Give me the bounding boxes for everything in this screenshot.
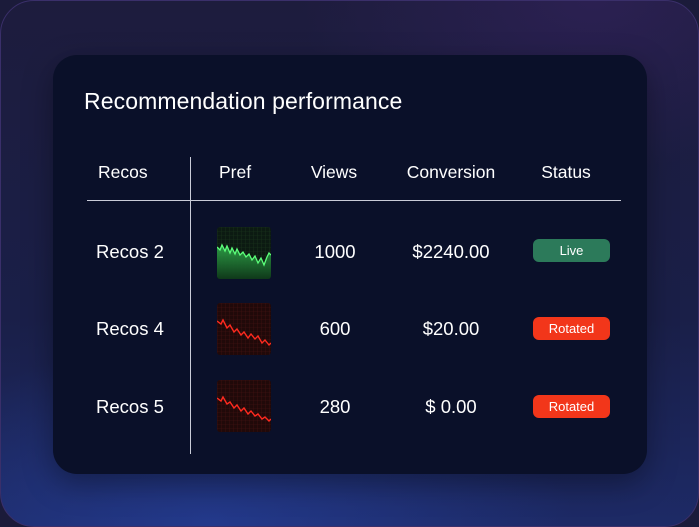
reco-name: Recos 2 xyxy=(96,241,164,262)
header-conversion: Conversion xyxy=(406,162,496,182)
header-views: Views xyxy=(310,162,358,182)
header-status: Status xyxy=(541,162,591,182)
green-sparkline-icon xyxy=(217,227,271,279)
conversion-value: $ 0.00 xyxy=(425,396,477,417)
background-frame: Recommendation performance Recos Pref Vi… xyxy=(0,0,699,527)
card-title: Recommendation performance xyxy=(84,88,403,114)
red-sparkline-icon xyxy=(217,380,271,432)
header-pref: Pref xyxy=(219,162,252,182)
views-value: 1000 xyxy=(314,241,356,262)
reco-name: Recos 4 xyxy=(96,318,164,339)
red-sparkline-icon xyxy=(217,303,271,355)
status-badge-live: Live xyxy=(533,239,610,262)
views-value: 280 xyxy=(319,396,351,417)
header-recos: Recos xyxy=(98,162,148,182)
reco-name: Recos 5 xyxy=(96,396,164,417)
recommendation-performance-card: Recommendation performance Recos Pref Vi… xyxy=(53,55,647,474)
views-value: 600 xyxy=(319,318,351,339)
status-badge-rotated: Rotated xyxy=(533,395,610,418)
conversion-value: $20.00 xyxy=(422,318,480,339)
conversion-value: $2240.00 xyxy=(412,241,490,262)
status-badge-rotated: Rotated xyxy=(533,317,610,340)
column-divider xyxy=(190,157,191,454)
header-divider xyxy=(87,200,621,201)
